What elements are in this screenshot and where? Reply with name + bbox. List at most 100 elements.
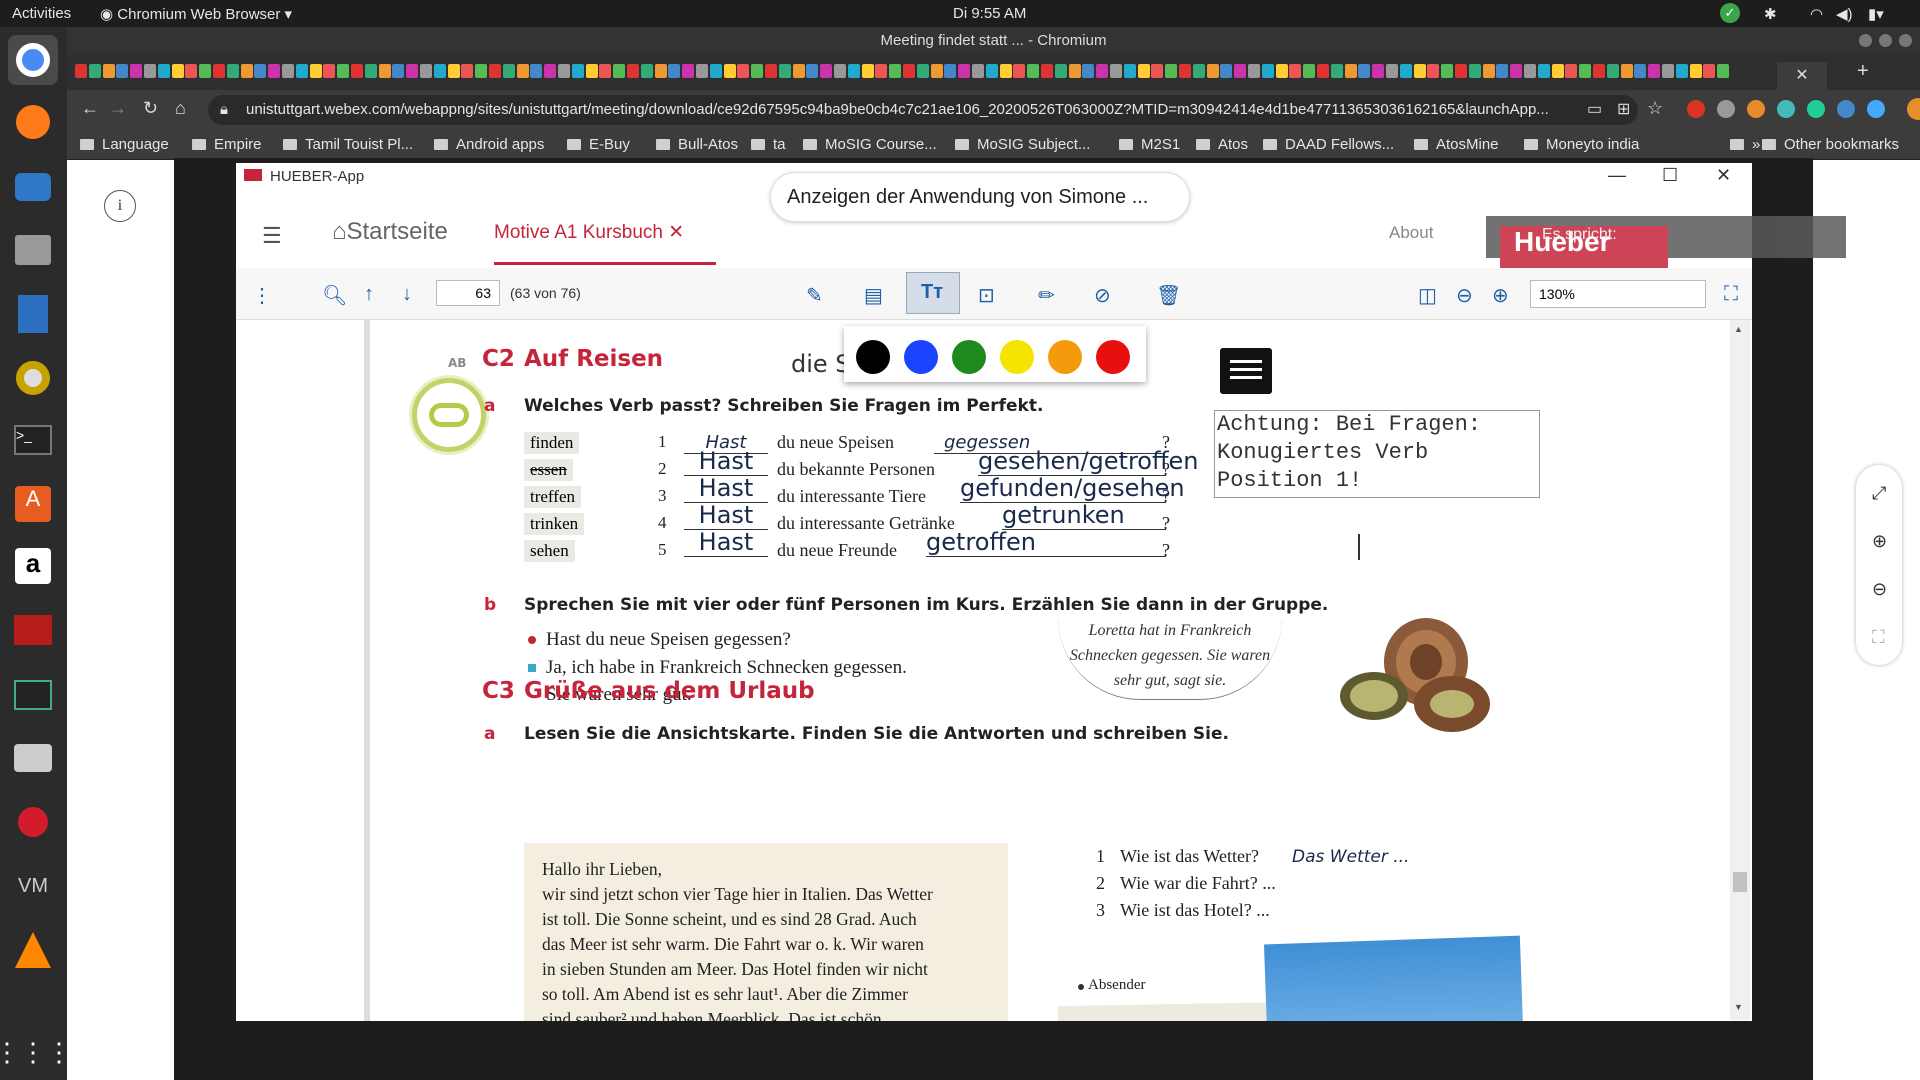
startseite-link[interactable]: ⌂Startseite [332, 218, 448, 246]
tab-favicon[interactable] [254, 64, 267, 78]
tab-favicon[interactable] [530, 64, 543, 78]
tab-favicon[interactable] [1330, 64, 1343, 78]
tab-favicon[interactable] [861, 64, 874, 78]
tab-favicon[interactable] [447, 64, 460, 78]
bookmark-item[interactable]: Language [80, 136, 169, 153]
color-swatch-orange[interactable] [1048, 340, 1082, 374]
tab-favicon[interactable] [916, 64, 929, 78]
tab-favicon[interactable] [433, 64, 446, 78]
fullscreen-icon[interactable]: ⛶ [1724, 283, 1738, 306]
pen-icon[interactable]: ✏︎ [1038, 283, 1055, 308]
tab-favicon[interactable] [1234, 64, 1247, 78]
tab-favicon[interactable] [406, 64, 419, 78]
color-swatch-red[interactable] [1096, 340, 1130, 374]
tab-favicon[interactable] [1220, 64, 1233, 78]
tab-favicon[interactable] [144, 64, 156, 78]
tab-favicon[interactable] [613, 64, 626, 78]
maximize-app-button[interactable]: ☐ [1662, 165, 1678, 186]
reload-icon[interactable]: ↻ [143, 98, 158, 119]
note-textbox[interactable]: Achtung: Bei Fragen: Konugiertes Verb Po… [1214, 410, 1540, 498]
tab-favicon[interactable] [1579, 64, 1592, 78]
back-icon[interactable]: ← [81, 98, 99, 119]
tab-favicon[interactable] [1662, 64, 1674, 78]
tab-favicon[interactable] [944, 64, 957, 78]
tab-favicon[interactable] [1717, 64, 1730, 78]
tab-favicon[interactable] [709, 64, 722, 78]
tab-favicon[interactable] [1427, 64, 1440, 78]
tab-favicon[interactable] [1317, 64, 1329, 78]
tab-favicon[interactable] [723, 64, 736, 78]
bookmark-item[interactable]: M2S1 [1119, 136, 1180, 153]
text-box-icon[interactable]: ⊡ [978, 283, 995, 308]
active-tab[interactable]: ✕ [1777, 62, 1827, 90]
tab-favicon[interactable] [130, 64, 143, 78]
tab-favicon[interactable] [737, 64, 750, 78]
extension-icon[interactable] [1837, 100, 1855, 118]
close-app-button[interactable]: ✕ [1716, 165, 1731, 186]
tab-favicon[interactable] [337, 64, 350, 78]
extension-icon[interactable] [1747, 100, 1765, 118]
tab-favicon[interactable] [544, 64, 557, 78]
bluetooth-icon[interactable]: ✱ [1764, 5, 1777, 23]
tab-favicon[interactable] [502, 64, 515, 78]
extension-icon[interactable] [1717, 100, 1735, 118]
tab-favicon[interactable] [1248, 64, 1260, 78]
tab-favicon[interactable] [778, 64, 791, 78]
files-dock-icon[interactable] [8, 225, 58, 275]
zoom-in-icon[interactable]: ⊕ [1492, 283, 1509, 308]
firefox-dock-icon[interactable] [8, 97, 58, 147]
bookmark-item[interactable]: Empire [192, 136, 262, 153]
remote-desktop-dock-icon[interactable] [8, 605, 58, 655]
camera-dock-icon[interactable] [8, 733, 58, 783]
tab-favicon[interactable] [558, 64, 570, 78]
zoom-out-icon[interactable]: ⊖ [1872, 579, 1887, 600]
tab-favicon[interactable] [1386, 64, 1398, 78]
vertical-scrollbar[interactable]: ▲ ▼ [1730, 320, 1750, 1020]
tab-favicon[interactable] [1082, 64, 1095, 78]
tab-favicon[interactable] [351, 64, 363, 78]
bookmark-item[interactable]: MoSIG Subject... [955, 136, 1090, 153]
tab-favicon[interactable] [1689, 64, 1702, 78]
answer-participle[interactable]: gefunden/gesehen [960, 474, 1185, 503]
tab-favicon[interactable] [1399, 64, 1412, 78]
extension-icon[interactable] [1777, 100, 1795, 118]
tab-favicon[interactable] [323, 64, 336, 78]
tab-favicon[interactable] [1551, 64, 1564, 78]
bookmark-star-icon[interactable]: ☆ [1647, 98, 1663, 119]
tab-favicon[interactable] [1096, 64, 1109, 78]
tab-favicon[interactable] [1620, 64, 1633, 78]
forward-icon[interactable]: → [109, 98, 127, 119]
tab-favicon[interactable] [213, 64, 225, 78]
scroll-up-icon[interactable]: ▲ [1734, 324, 1743, 334]
cherry-dock-icon[interactable] [8, 797, 58, 847]
translate-icon[interactable]: ⊞ [1617, 99, 1630, 119]
app-menu[interactable]: ◉ Chromium Web Browser ▾ [100, 5, 292, 23]
answer-participle[interactable]: gesehen/getroffen [978, 447, 1199, 476]
tab-favicon[interactable] [392, 64, 405, 78]
tab-favicon[interactable] [1496, 64, 1509, 78]
tab-favicon[interactable] [268, 64, 281, 78]
tab-favicon[interactable] [1013, 64, 1026, 78]
answer-auxiliary[interactable]: Hast [684, 474, 768, 503]
tab-favicon[interactable] [1289, 64, 1302, 78]
info-icon[interactable]: i [104, 190, 136, 222]
tab-favicon[interactable] [1593, 64, 1605, 78]
tab-favicon[interactable] [1675, 64, 1688, 78]
tab-favicon[interactable] [226, 64, 239, 78]
tab-favicon[interactable] [1179, 64, 1191, 78]
tab-favicon[interactable] [1634, 64, 1647, 78]
tab-favicon[interactable] [820, 64, 833, 78]
tab-favicon[interactable] [1303, 64, 1316, 78]
bookmark-item[interactable]: AtosMine [1414, 136, 1499, 153]
tab-favicon[interactable] [516, 64, 529, 78]
tab-favicon[interactable] [102, 64, 115, 78]
search-icon[interactable]: 🔍︎ [322, 283, 347, 308]
bookmark-item[interactable]: Moneyto india [1524, 136, 1639, 153]
handwritten-answer[interactable]: Das Wetter ... [1292, 847, 1409, 867]
tab-favicon[interactable] [903, 64, 915, 78]
update-check-icon[interactable]: ✓ [1720, 3, 1740, 23]
color-swatch-black[interactable] [856, 340, 890, 374]
tab-favicon[interactable] [295, 64, 308, 78]
scroll-down-icon[interactable]: ▼ [1734, 1002, 1743, 1012]
tab-favicon[interactable] [654, 64, 667, 78]
